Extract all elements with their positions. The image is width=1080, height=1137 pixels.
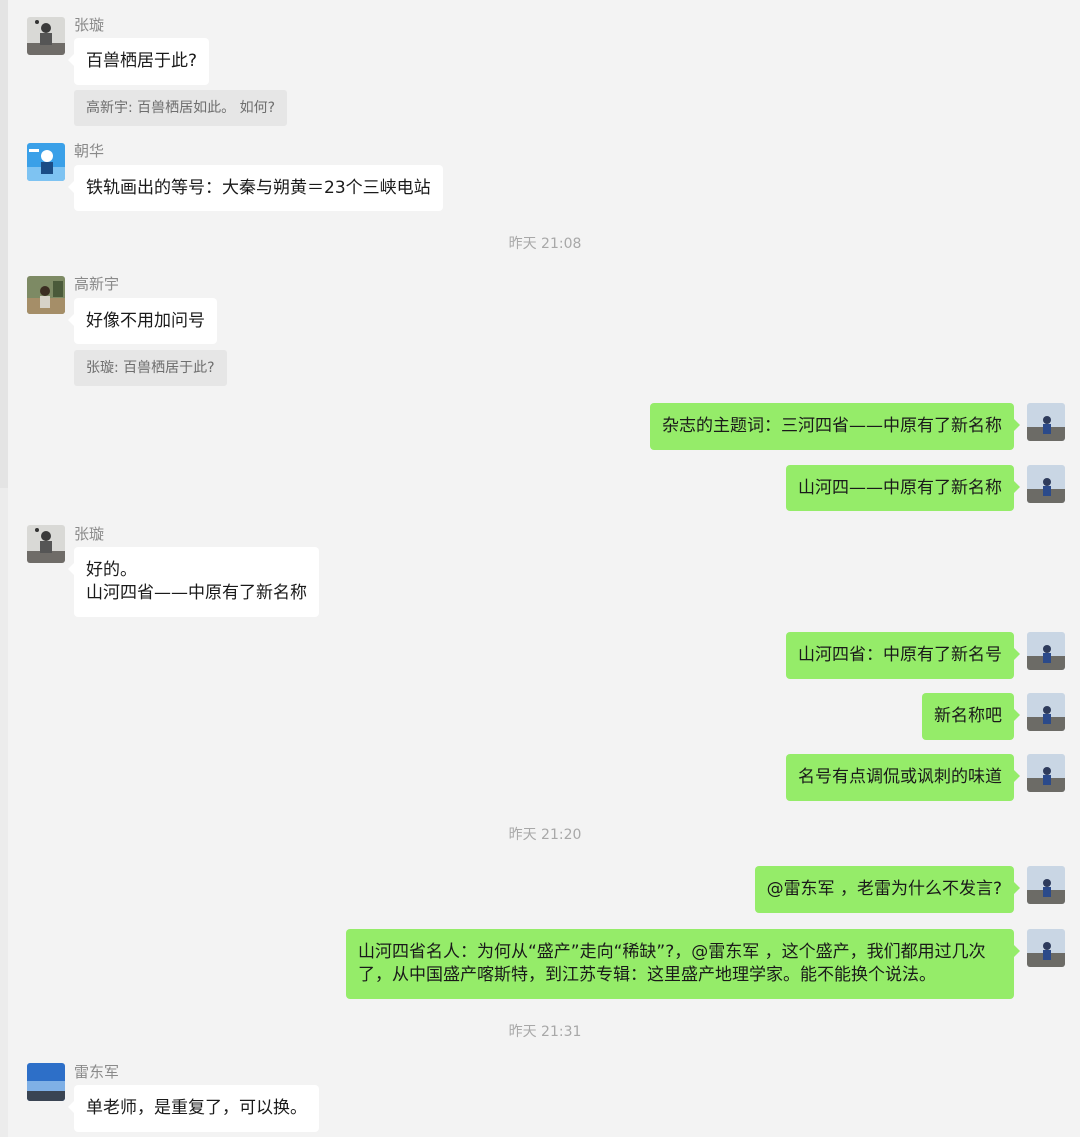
avatar-image	[1027, 754, 1065, 792]
timestamp: 昨天 21:31	[508, 1024, 582, 1040]
avatar-image	[27, 276, 65, 314]
avatar-self[interactable]	[1027, 866, 1065, 904]
message-bubble[interactable]: 好的。 山河四省——中原有了新名称	[68, 547, 319, 617]
timestamp: 昨天 21:20	[508, 827, 582, 843]
quoted-reply[interactable]: 张璇: 百兽栖居于此?	[74, 350, 227, 386]
avatar-image	[27, 17, 65, 55]
avatar-self[interactable]	[1027, 693, 1065, 731]
message-bubble-self[interactable]: 杂志的主题词：三河四省——中原有了新名称	[650, 403, 1020, 450]
avatar-image	[1027, 632, 1065, 670]
chat-window: 张璇 百兽栖居于此? 高新宇: 百兽栖居如此。 如何? 朝华 铁轨画出的等号：大…	[0, 0, 1080, 1137]
avatar-image	[1027, 866, 1065, 904]
avatar-leidongjun[interactable]	[27, 1063, 65, 1101]
avatar-gaoxinyu[interactable]	[27, 276, 65, 314]
message-bubble-self[interactable]: 山河四省名人：为何从“盛产”走向“稀缺”?，@雷东军 ，这个盛产，我们都用过几次…	[346, 929, 1020, 999]
avatar-image	[1027, 403, 1065, 441]
avatar-image	[1027, 929, 1065, 967]
avatar-self[interactable]	[1027, 403, 1065, 441]
avatar-image	[1027, 465, 1065, 503]
message-bubble-self[interactable]: @雷东军 ，老雷为什么不发言?	[754, 866, 1021, 913]
avatar-image	[27, 525, 65, 563]
avatar-image	[27, 1063, 65, 1101]
sender-name: 张璇	[74, 16, 105, 34]
avatar-image	[1027, 693, 1065, 731]
sender-name: 雷东军	[74, 1063, 120, 1081]
sender-name: 张璇	[74, 525, 105, 543]
sender-name: 朝华	[74, 142, 105, 160]
message-bubble[interactable]: 好像不用加问号	[68, 298, 217, 344]
avatar-self[interactable]	[1027, 754, 1065, 792]
avatar-self[interactable]	[1027, 929, 1065, 967]
message-bubble-self[interactable]: 新名称吧	[922, 693, 1020, 740]
message-bubble-self[interactable]: 山河四省：中原有了新名号	[786, 632, 1020, 679]
sender-name: 高新宇	[74, 275, 120, 293]
message-bubble[interactable]: 单老师，是重复了，可以换。	[68, 1085, 319, 1132]
message-bubble-self[interactable]: 山河四——中原有了新名称	[786, 465, 1020, 511]
avatar-zhangxuan[interactable]	[27, 525, 65, 563]
message-bubble[interactable]: 百兽栖居于此?	[67, 38, 210, 85]
quoted-reply[interactable]: 高新宇: 百兽栖居如此。 如何?	[74, 90, 288, 126]
avatar-self[interactable]	[1027, 465, 1065, 503]
message-bubble-self[interactable]: 名号有点调侃或讽刺的味道	[786, 754, 1020, 801]
avatar-self[interactable]	[1027, 632, 1065, 670]
message-bubble[interactable]: 铁轨画出的等号：大秦与朔黄＝23个三峡电站	[68, 165, 443, 211]
avatar-image	[27, 143, 65, 181]
avatar-zhangxuan[interactable]	[27, 17, 65, 55]
avatar-zhaohua[interactable]	[27, 143, 65, 181]
timestamp: 昨天 21:08	[508, 236, 582, 252]
